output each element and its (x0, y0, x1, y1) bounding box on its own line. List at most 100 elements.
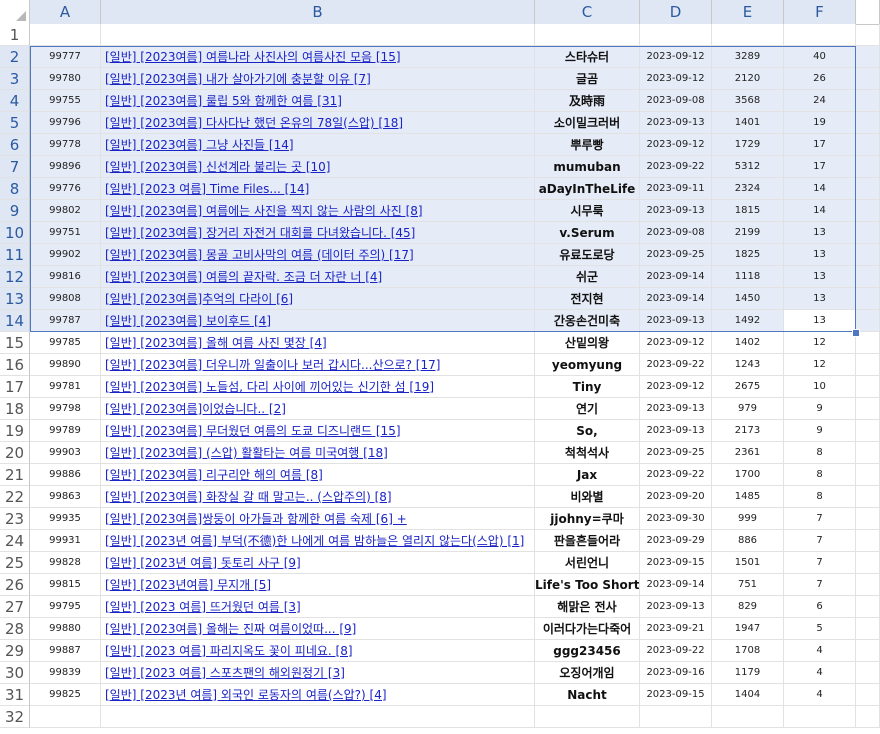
author-cell[interactable] (535, 706, 640, 728)
post-link[interactable]: [일반] [2023여름] 올해는 진짜 여름이었따... [9] (105, 622, 356, 636)
author-cell[interactable]: 유료도로당 (535, 244, 640, 266)
id-cell[interactable]: 99796 (30, 112, 101, 134)
row-header[interactable]: 22 (0, 486, 30, 508)
empty-cell[interactable] (856, 310, 880, 332)
date-cell[interactable]: 2023-09-12 (640, 68, 712, 90)
views-cell[interactable]: 1402 (712, 332, 784, 354)
count-cell[interactable]: 4 (784, 684, 856, 706)
count-cell[interactable]: 7 (784, 508, 856, 530)
post-link[interactable]: [일반] [2023 여름] 파리지옥도 꽃이 피네요. [8] (105, 644, 353, 658)
author-cell[interactable]: Nacht (535, 684, 640, 706)
column-header-b[interactable]: B (101, 0, 535, 24)
empty-cell[interactable] (856, 640, 880, 662)
date-cell[interactable]: 2023-09-29 (640, 530, 712, 552)
title-cell[interactable]: [일반] [2023여름] 화장실 갈 때 말고는.. (스압주의) [8] (101, 486, 535, 508)
date-cell[interactable]: 2023-09-12 (640, 332, 712, 354)
title-cell[interactable]: [일반] [2023여름] 올해 여름 사진 몇장 [4] (101, 332, 535, 354)
date-cell[interactable]: 2023-09-22 (640, 640, 712, 662)
id-cell[interactable]: 99808 (30, 288, 101, 310)
author-cell[interactable]: 소이밀크러버 (535, 112, 640, 134)
post-link[interactable]: [일반] [2023여름] (스압) 활활타는 여름 미국여행 [18] (105, 446, 388, 460)
count-cell[interactable]: 40 (784, 46, 856, 68)
title-cell[interactable] (101, 706, 535, 728)
title-cell[interactable]: [일반] [2023여름]추억의 다라이 [6] (101, 288, 535, 310)
date-cell[interactable]: 2023-09-22 (640, 354, 712, 376)
count-cell[interactable]: 8 (784, 486, 856, 508)
empty-cell[interactable] (856, 662, 880, 684)
date-cell[interactable]: 2023-09-12 (640, 46, 712, 68)
empty-cell[interactable] (856, 200, 880, 222)
row-header[interactable]: 18 (0, 398, 30, 420)
post-link[interactable]: [일반] [2023여름] 룰립 5와 함께한 여름 [31] (105, 94, 342, 108)
column-header-e[interactable]: E (712, 0, 784, 24)
date-cell[interactable]: 2023-09-22 (640, 464, 712, 486)
empty-cell[interactable] (856, 68, 880, 90)
empty-cell[interactable] (856, 178, 880, 200)
id-cell[interactable]: 99777 (30, 46, 101, 68)
empty-cell[interactable] (856, 508, 880, 530)
title-cell[interactable]: [일반] [2023여름] 여름나라 사진사의 여름사진 모음 [15] (101, 46, 535, 68)
id-cell[interactable]: 99816 (30, 266, 101, 288)
empty-cell[interactable] (856, 288, 880, 310)
empty-cell[interactable] (856, 156, 880, 178)
views-cell[interactable]: 1815 (712, 200, 784, 222)
count-cell[interactable]: 13 (784, 266, 856, 288)
title-cell[interactable]: [일반] [2023년 여름] 부덕(不德)한 나에게 여름 밤하늘은 열리지 … (101, 530, 535, 552)
author-cell[interactable]: Jax (535, 464, 640, 486)
count-cell[interactable]: 13 (784, 310, 856, 332)
count-cell[interactable]: 8 (784, 464, 856, 486)
date-cell[interactable]: 2023-09-13 (640, 596, 712, 618)
views-cell[interactable]: 1118 (712, 266, 784, 288)
id-cell[interactable]: 99798 (30, 398, 101, 420)
views-cell[interactable]: 2120 (712, 68, 784, 90)
author-cell[interactable]: yeomyung (535, 354, 640, 376)
count-cell[interactable]: 13 (784, 222, 856, 244)
row-header[interactable]: 24 (0, 530, 30, 552)
row-header[interactable]: 11 (0, 244, 30, 266)
row-header[interactable]: 3 (0, 68, 30, 90)
views-cell[interactable]: 1243 (712, 354, 784, 376)
views-cell[interactable]: 979 (712, 398, 784, 420)
author-cell[interactable]: 오징어개임 (535, 662, 640, 684)
views-cell[interactable]: 3568 (712, 90, 784, 112)
id-cell[interactable]: 99755 (30, 90, 101, 112)
post-link[interactable]: [일반] [2023여름] 그냥 사진들 [14] (105, 138, 294, 152)
empty-cell[interactable] (856, 134, 880, 156)
title-cell[interactable]: [일반] [2023여름] 룰립 5와 함께한 여름 [31] (101, 90, 535, 112)
title-cell[interactable]: [일반] [2023여름] 장거리 자전거 대회를 다녀왔습니다. [45] (101, 222, 535, 244)
views-cell[interactable]: 1401 (712, 112, 784, 134)
date-cell[interactable]: 2023-09-25 (640, 442, 712, 464)
title-cell[interactable]: [일반] [2023여름] 여름의 끝자락. 조금 더 자란 너 [4] (101, 266, 535, 288)
author-cell[interactable]: So, (535, 420, 640, 442)
count-cell[interactable]: 13 (784, 244, 856, 266)
author-cell[interactable]: 及時雨 (535, 90, 640, 112)
column-header-d[interactable]: D (640, 0, 712, 24)
post-link[interactable]: [일반] [2023여름] 몽골 고비사막의 여름 (데이터 주의) [17] (105, 248, 414, 262)
count-cell[interactable]: 19 (784, 112, 856, 134)
empty-cell[interactable] (856, 684, 880, 706)
date-cell[interactable] (640, 706, 712, 728)
views-cell[interactable]: 1179 (712, 662, 784, 684)
row-header[interactable]: 31 (0, 684, 30, 706)
date-cell[interactable]: 2023-09-30 (640, 508, 712, 530)
row-header[interactable]: 23 (0, 508, 30, 530)
post-link[interactable]: [일반] [2023여름] 다사다난 했던 온유의 78일(스압) [18] (105, 116, 403, 130)
id-cell[interactable] (30, 24, 101, 46)
date-cell[interactable]: 2023-09-13 (640, 310, 712, 332)
post-link[interactable]: [일반] [2023여름]쌍둥이 아가들과 함께한 여름 숙제 [6] + (105, 512, 407, 526)
count-cell[interactable]: 7 (784, 574, 856, 596)
id-cell[interactable]: 99795 (30, 596, 101, 618)
column-header-a[interactable]: A (30, 0, 101, 24)
row-header[interactable]: 2 (0, 46, 30, 68)
empty-cell[interactable] (856, 420, 880, 442)
date-cell[interactable]: 2023-09-12 (640, 134, 712, 156)
count-cell[interactable]: 12 (784, 332, 856, 354)
date-cell[interactable]: 2023-09-16 (640, 662, 712, 684)
count-cell[interactable]: 24 (784, 90, 856, 112)
post-link[interactable]: [일반] [2023여름]이었습니다.. [2] (105, 402, 286, 416)
count-cell[interactable]: 17 (784, 134, 856, 156)
empty-cell[interactable] (856, 552, 880, 574)
author-cell[interactable]: 이러다가는다죽어 (535, 618, 640, 640)
date-cell[interactable] (640, 24, 712, 46)
count-cell[interactable]: 14 (784, 200, 856, 222)
